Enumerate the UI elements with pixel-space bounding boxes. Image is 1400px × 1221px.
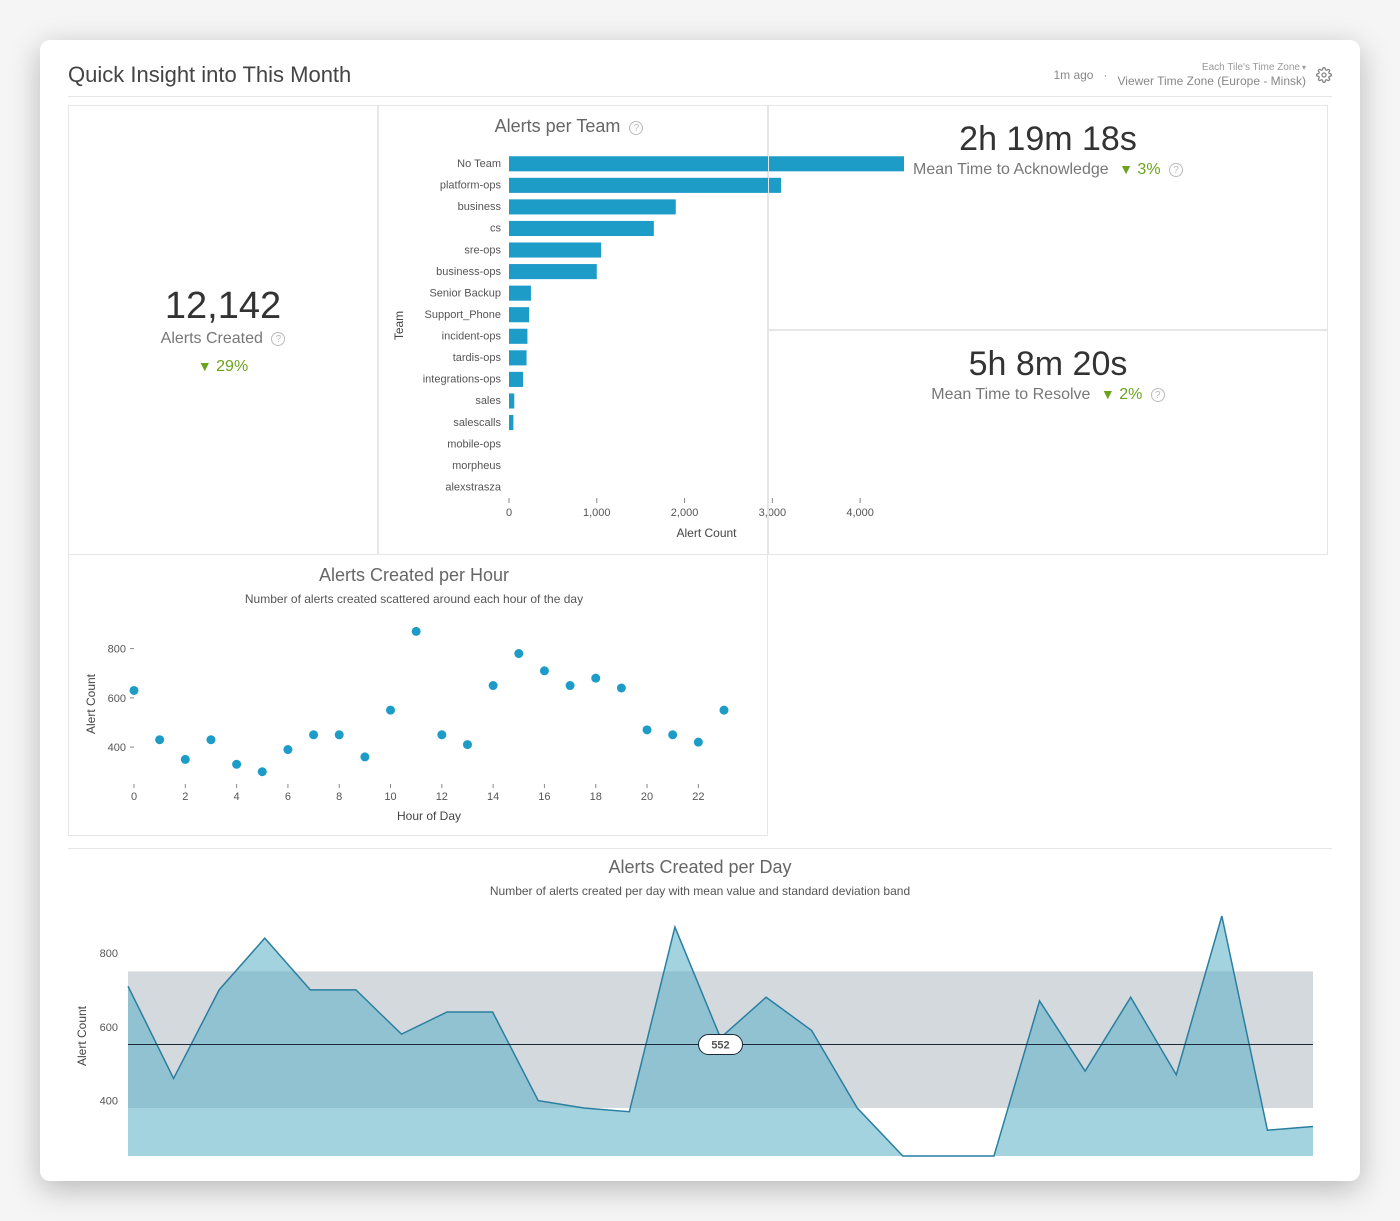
help-icon[interactable]: ? bbox=[1151, 388, 1165, 402]
help-icon[interactable]: ? bbox=[271, 332, 285, 346]
help-icon[interactable]: ? bbox=[1169, 163, 1183, 177]
arrow-down-icon: ▼ bbox=[1119, 161, 1133, 177]
chart-alerts-per-team: Alerts per Team ? No Teamplatform-opsbus… bbox=[378, 105, 768, 555]
stat-value: 12,142 bbox=[165, 285, 281, 328]
svg-text:Hour of Day: Hour of Day bbox=[397, 809, 461, 823]
svg-text:platform-ops: platform-ops bbox=[440, 180, 502, 192]
svg-text:Alert Count: Alert Count bbox=[75, 1006, 89, 1067]
svg-text:22: 22 bbox=[692, 791, 704, 803]
svg-text:No Team: No Team bbox=[457, 158, 501, 170]
svg-text:1,000: 1,000 bbox=[583, 507, 611, 519]
header: Quick Insight into This Month 1m ago · E… bbox=[68, 62, 1332, 97]
svg-text:cs: cs bbox=[490, 223, 502, 235]
svg-text:12: 12 bbox=[436, 791, 448, 803]
svg-text:business-ops: business-ops bbox=[436, 266, 501, 278]
scatter-chart: 400 600 800 0 2 4 6 8 10 12 14 16 18 20 22 Hour of Day A… bbox=[79, 614, 739, 824]
stat-mtr: 5h 8m 20s Mean Time to Resolve ▼ 2% ? bbox=[768, 330, 1328, 555]
gear-icon[interactable] bbox=[1316, 67, 1332, 83]
svg-text:sales: sales bbox=[475, 396, 501, 408]
stat-mta: 2h 19m 18s Mean Time to Acknowledge ▼ 3%… bbox=[768, 105, 1328, 330]
svg-text:morpheus: morpheus bbox=[452, 460, 501, 472]
svg-text:Alert Count: Alert Count bbox=[84, 674, 98, 735]
svg-text:Alert Count: Alert Count bbox=[676, 526, 737, 540]
stat-delta: ▼ 3% bbox=[1119, 161, 1160, 178]
svg-text:600: 600 bbox=[100, 1022, 118, 1034]
svg-text:400: 400 bbox=[108, 742, 126, 754]
svg-text:552: 552 bbox=[711, 1040, 729, 1052]
stat-label: Mean Time to Resolve bbox=[931, 386, 1090, 403]
chart-alerts-per-day: Alerts Created per Day Number of alerts … bbox=[68, 848, 1332, 1171]
stat-label: Mean Time to Acknowledge bbox=[913, 161, 1109, 178]
svg-text:Senior Backup: Senior Backup bbox=[429, 288, 501, 300]
svg-text:2,000: 2,000 bbox=[671, 507, 699, 519]
svg-text:Team: Team bbox=[392, 311, 406, 340]
svg-text:600: 600 bbox=[108, 693, 126, 705]
stat-delta: ▼ 29% bbox=[198, 358, 248, 376]
svg-text:800: 800 bbox=[108, 644, 126, 656]
svg-text:alexstrasza: alexstrasza bbox=[445, 482, 502, 494]
svg-text:4: 4 bbox=[234, 791, 240, 803]
page-title: Quick Insight into This Month bbox=[68, 62, 351, 88]
timezone-selector[interactable]: Each Tile's Time Zone▾ Viewer Time Zone … bbox=[1117, 62, 1306, 88]
chart-alerts-per-hour: Alerts Created per Hour Number of alerts… bbox=[68, 554, 768, 836]
svg-text:tardis-ops: tardis-ops bbox=[453, 352, 502, 364]
svg-text:mobile-ops: mobile-ops bbox=[447, 439, 501, 451]
svg-text:sre-ops: sre-ops bbox=[464, 245, 501, 257]
svg-text:business: business bbox=[458, 202, 502, 214]
svg-text:salescalls: salescalls bbox=[453, 417, 501, 429]
refreshed-ago: 1m ago bbox=[1053, 68, 1093, 82]
arrow-down-icon: ▼ bbox=[1101, 386, 1115, 402]
stat-delta: ▼ 2% bbox=[1101, 386, 1142, 403]
svg-text:800: 800 bbox=[100, 948, 118, 960]
svg-text:20: 20 bbox=[641, 791, 653, 803]
svg-text:18: 18 bbox=[590, 791, 602, 803]
arrow-down-icon: ▼ bbox=[198, 358, 212, 374]
svg-text:Support_Phone: Support_Phone bbox=[425, 309, 501, 321]
stat-value: 2h 19m 18s bbox=[787, 120, 1309, 159]
stat-alerts-created: 12,142 Alerts Created ? ▼ 29% bbox=[68, 105, 378, 555]
svg-text:10: 10 bbox=[384, 791, 396, 803]
svg-text:2: 2 bbox=[182, 791, 188, 803]
svg-text:14: 14 bbox=[487, 791, 499, 803]
svg-text:6: 6 bbox=[285, 791, 291, 803]
svg-text:0: 0 bbox=[506, 507, 512, 519]
svg-text:incident-ops: incident-ops bbox=[442, 331, 502, 343]
area-chart: 552 400 600 800 Alert Count bbox=[68, 906, 1328, 1166]
header-right: 1m ago · Each Tile's Time Zone▾ Viewer T… bbox=[1053, 62, 1332, 88]
svg-text:0: 0 bbox=[131, 791, 137, 803]
svg-text:400: 400 bbox=[100, 1096, 118, 1108]
stat-label: Alerts Created bbox=[161, 330, 263, 347]
dashboard-card: Quick Insight into This Month 1m ago · E… bbox=[40, 40, 1360, 1181]
svg-text:16: 16 bbox=[538, 791, 550, 803]
chevron-down-icon: ▾ bbox=[1302, 63, 1306, 73]
svg-text:8: 8 bbox=[336, 791, 342, 803]
stat-value: 5h 8m 20s bbox=[787, 345, 1309, 384]
svg-text:integrations-ops: integrations-ops bbox=[423, 374, 502, 386]
help-icon[interactable]: ? bbox=[629, 121, 643, 135]
